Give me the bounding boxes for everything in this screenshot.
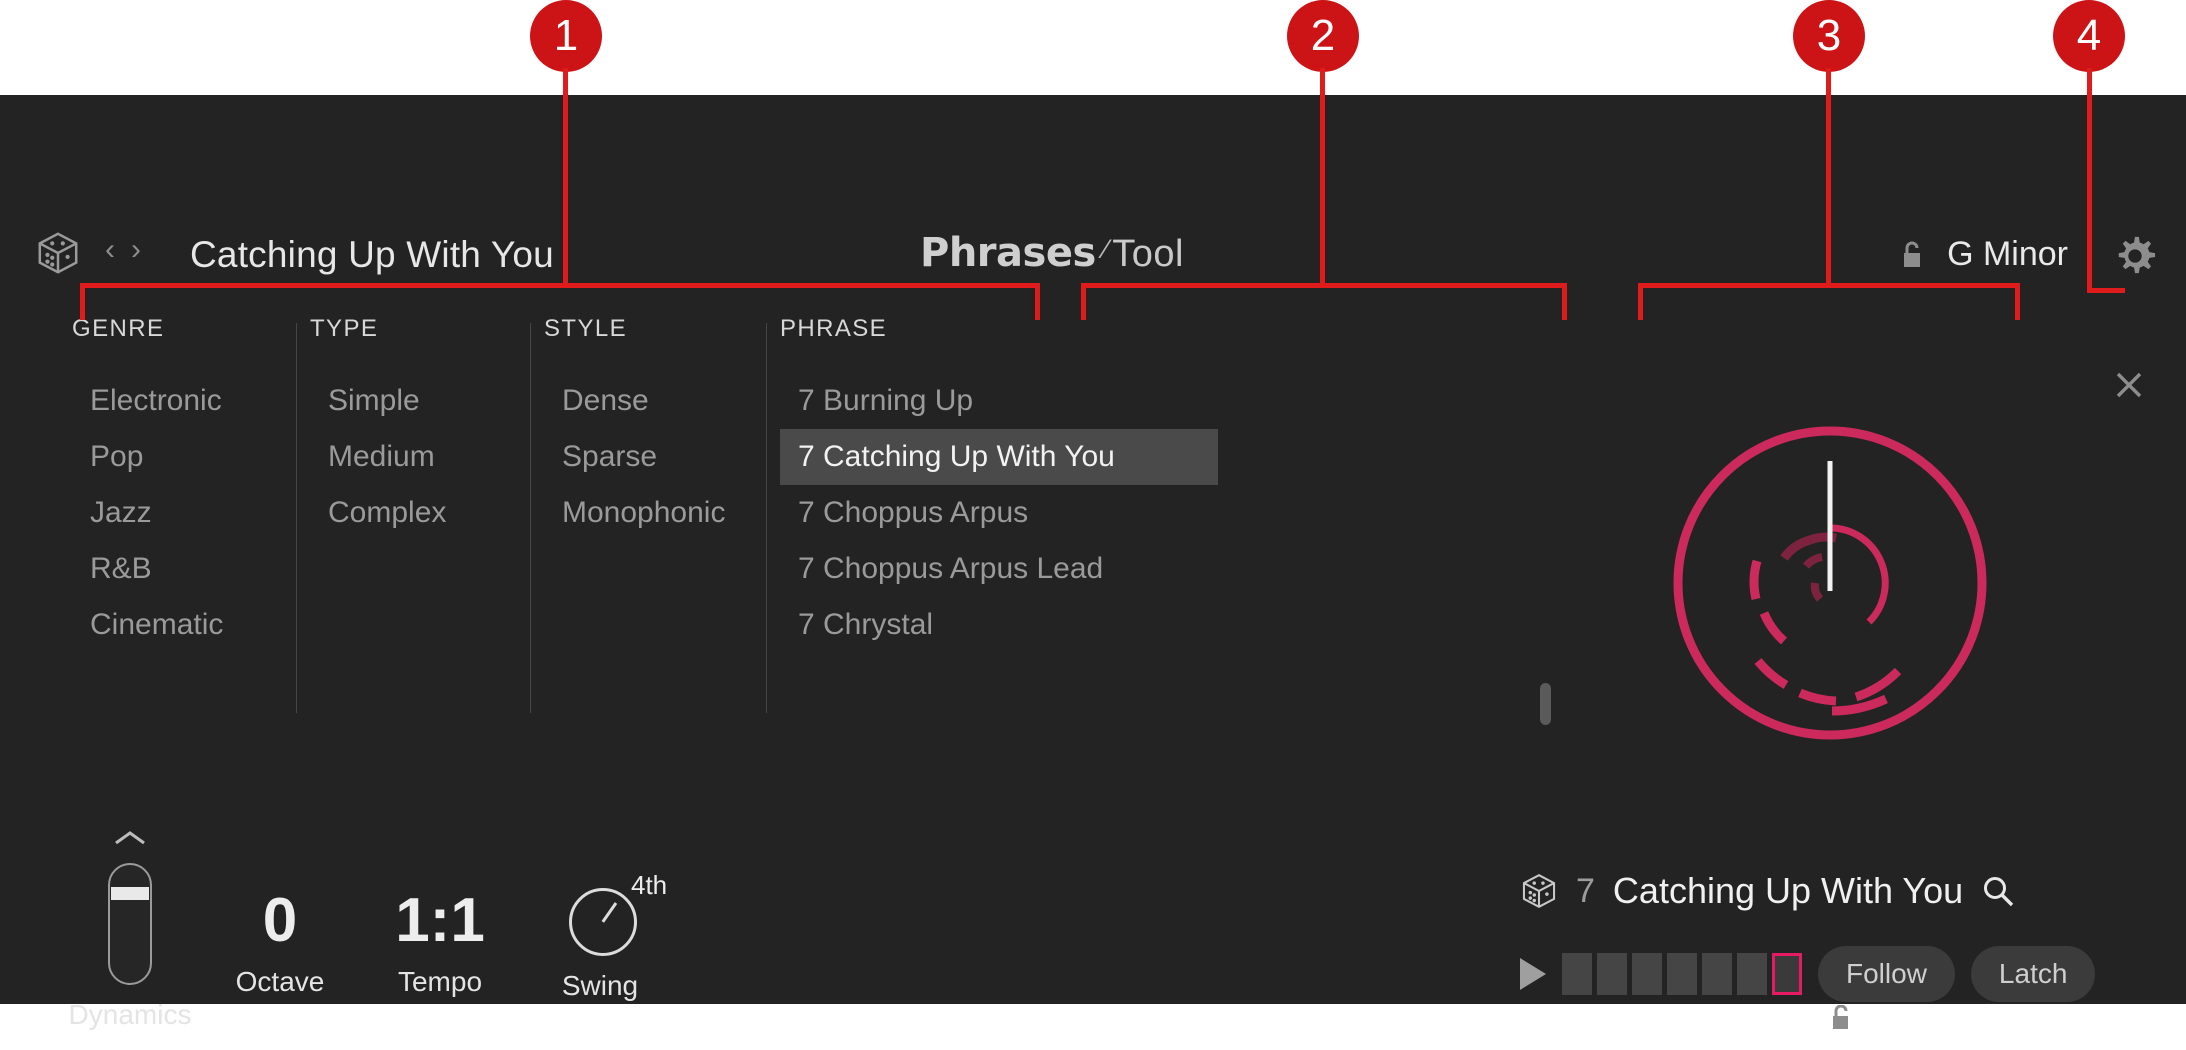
annotation-overlay: 1 2 3 4 — [0, 0, 2186, 1004]
screenshot-root: ‹ › Catching Up With You Phrases ⁄ Tool … — [0, 0, 2186, 1030]
callout-bracket-3 — [1638, 283, 2020, 320]
callout-badge-4: 4 — [2053, 0, 2125, 72]
callout-stem-2 — [1320, 68, 1325, 286]
callout-badge-3: 3 — [1793, 0, 1865, 72]
callout-stem-3 — [1826, 68, 1831, 286]
callout-stem-4 — [2087, 68, 2092, 291]
callout-bracket-1 — [80, 283, 1040, 320]
callout-stem-1 — [563, 68, 568, 286]
unlock-icon[interactable] — [1830, 1005, 1854, 1031]
callout-badge-2: 2 — [1287, 0, 1359, 72]
callout-bracket-2 — [1081, 283, 1567, 320]
callout-badge-1: 1 — [530, 0, 602, 72]
callout-elbow-4 — [2087, 288, 2125, 293]
